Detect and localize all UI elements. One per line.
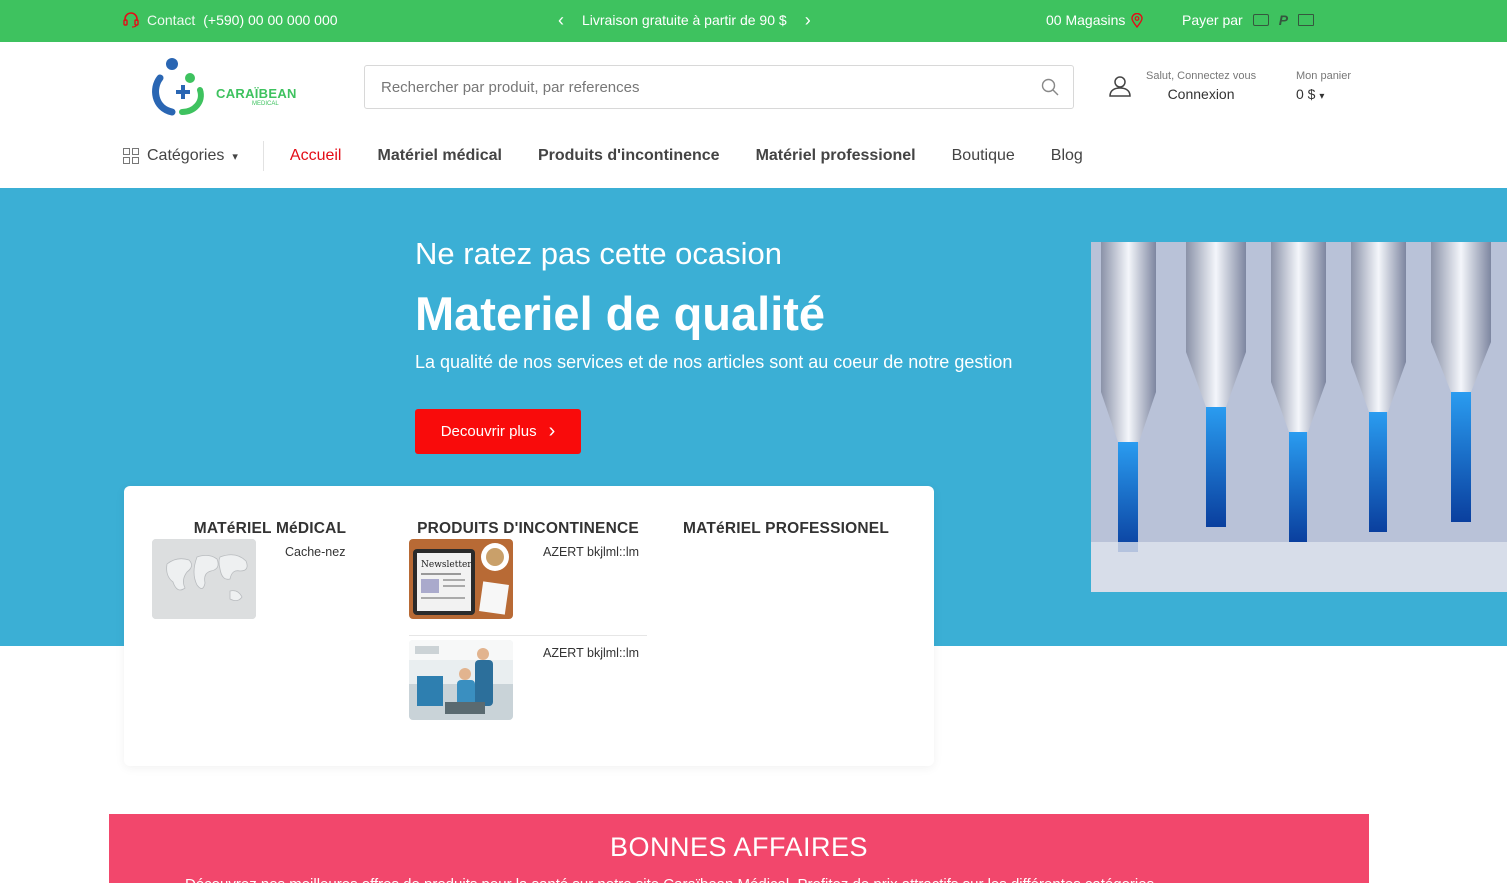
search-input[interactable] xyxy=(365,66,1005,108)
product-thumbnail[interactable] xyxy=(152,539,256,619)
deals-description: Découvrez nos meilleures offres de produ… xyxy=(185,876,1159,893)
category-title[interactable]: PRODUITS D'INCONTINENCE xyxy=(409,520,647,538)
product-name[interactable]: Cache-nez xyxy=(285,545,345,559)
stores-link[interactable]: 00 Magasins xyxy=(1046,12,1144,28)
cart-total: 0 $ xyxy=(1296,86,1316,102)
chevron-left-icon[interactable]: ‹ xyxy=(558,11,564,29)
headset-icon xyxy=(123,12,139,28)
location-pin-icon xyxy=(1131,12,1144,28)
stores-text: 00 Magasins xyxy=(1046,12,1126,28)
logo-mark-icon xyxy=(152,58,204,116)
user-icon xyxy=(1109,76,1131,97)
account-greeting: Salut, Connectez vous xyxy=(1146,70,1257,82)
credit-card-icon xyxy=(1252,14,1269,26)
category-card: MATéRIEL MéDICAL Cache-nez PRODUITS D'IN… xyxy=(124,486,934,766)
nav-item-materiel-medical[interactable]: Matériel médical xyxy=(377,147,502,165)
deals-section: BONNES AFFAIRES Découvrez nos meilleures… xyxy=(109,814,1369,893)
pay-label: Payer par xyxy=(1182,12,1243,28)
hero-title: Materiel de qualité xyxy=(415,287,826,340)
discover-more-button[interactable]: Decouvrir plus › xyxy=(415,409,581,454)
deals-title: BONNES AFFAIRES xyxy=(609,832,869,862)
top-bar: Contact (+590) 00 00 000 000 ‹ Livraison… xyxy=(0,0,1507,42)
site-header: CARAÏBEAN MEDICAL Salut, Connectez vous … xyxy=(0,42,1507,188)
caret-down-icon: ▾ xyxy=(1319,91,1325,102)
grid-icon xyxy=(123,148,139,164)
account-menu[interactable]: Salut, Connectez vous Connexion xyxy=(1108,70,1256,102)
product-item[interactable]: AZERT bkjlml::lm xyxy=(409,640,639,720)
payment-methods: Payer par P xyxy=(1182,12,1315,28)
category-column-incontinence: PRODUITS D'INCONTINENCE xyxy=(409,520,647,538)
login-link[interactable]: Connexion xyxy=(1168,86,1235,102)
contact-label: Contact xyxy=(147,12,196,28)
cash-icon xyxy=(1298,14,1315,26)
hero-kicker: Ne ratez pas cette ocasion xyxy=(415,236,783,271)
product-divider xyxy=(409,635,647,636)
svg-text:Newsletter: Newsletter xyxy=(421,560,472,570)
product-thumbnail[interactable] xyxy=(409,640,513,720)
categories-label: Catégories xyxy=(147,147,225,164)
hero-subtitle: La qualité de nos services et de nos art… xyxy=(415,352,1013,372)
product-item[interactable]: Newsletter AZERT bkjlml::lm xyxy=(409,539,639,619)
caret-down-icon: ▾ xyxy=(232,150,238,163)
main-nav: Catégories ▾ Accueil Matériel médical Pr… xyxy=(123,138,1083,174)
nav-item-materiel-professionel[interactable]: Matériel professionel xyxy=(756,147,916,165)
cta-label: Decouvrir plus xyxy=(440,423,537,440)
product-name[interactable]: AZERT bkjlml::lm xyxy=(543,646,639,660)
nav-item-produits-incontinence[interactable]: Produits d'incontinence xyxy=(538,147,720,165)
categories-dropdown[interactable]: Catégories ▾ xyxy=(123,141,264,171)
cart-label: Mon panier xyxy=(1296,70,1352,82)
contact-info[interactable]: Contact (+590) 00 00 000 000 xyxy=(123,12,338,28)
logo-subtitle: MEDICAL xyxy=(252,101,279,107)
cart-menu[interactable]: Mon panier 0 $ ▾ xyxy=(1296,70,1351,102)
search-icon[interactable] xyxy=(1041,78,1059,96)
promo-carousel: ‹ Livraison gratuite à partir de 90 $ › xyxy=(558,11,811,29)
nav-item-accueil[interactable]: Accueil xyxy=(290,147,342,165)
site-logo[interactable]: CARAÏBEAN MEDICAL xyxy=(150,56,310,118)
contact-phone[interactable]: (+590) 00 00 000 000 xyxy=(203,12,337,28)
paypal-icon: P xyxy=(1278,12,1289,28)
product-name[interactable]: AZERT bkjlml::lm xyxy=(543,545,639,559)
search-box xyxy=(364,65,1074,109)
category-column-professional: MATéRIEL PROFESSIONEL xyxy=(668,520,904,538)
product-item[interactable]: Cache-nez xyxy=(152,539,345,619)
chevron-right-icon[interactable]: › xyxy=(805,11,811,29)
promo-text: Livraison gratuite à partir de 90 $ xyxy=(582,12,787,28)
nav-item-blog[interactable]: Blog xyxy=(1051,147,1083,165)
category-title[interactable]: MATéRIEL MéDICAL xyxy=(152,520,388,538)
nav-item-boutique[interactable]: Boutique xyxy=(952,147,1015,165)
logo-brand: CARAÏBEAN xyxy=(216,86,297,101)
chevron-right-icon: › xyxy=(548,420,556,442)
product-thumbnail[interactable]: Newsletter xyxy=(409,539,513,619)
category-title[interactable]: MATéRIEL PROFESSIONEL xyxy=(668,520,904,538)
category-column-medical: MATéRIEL MéDICAL xyxy=(152,520,388,538)
hero-image xyxy=(1091,242,1507,592)
